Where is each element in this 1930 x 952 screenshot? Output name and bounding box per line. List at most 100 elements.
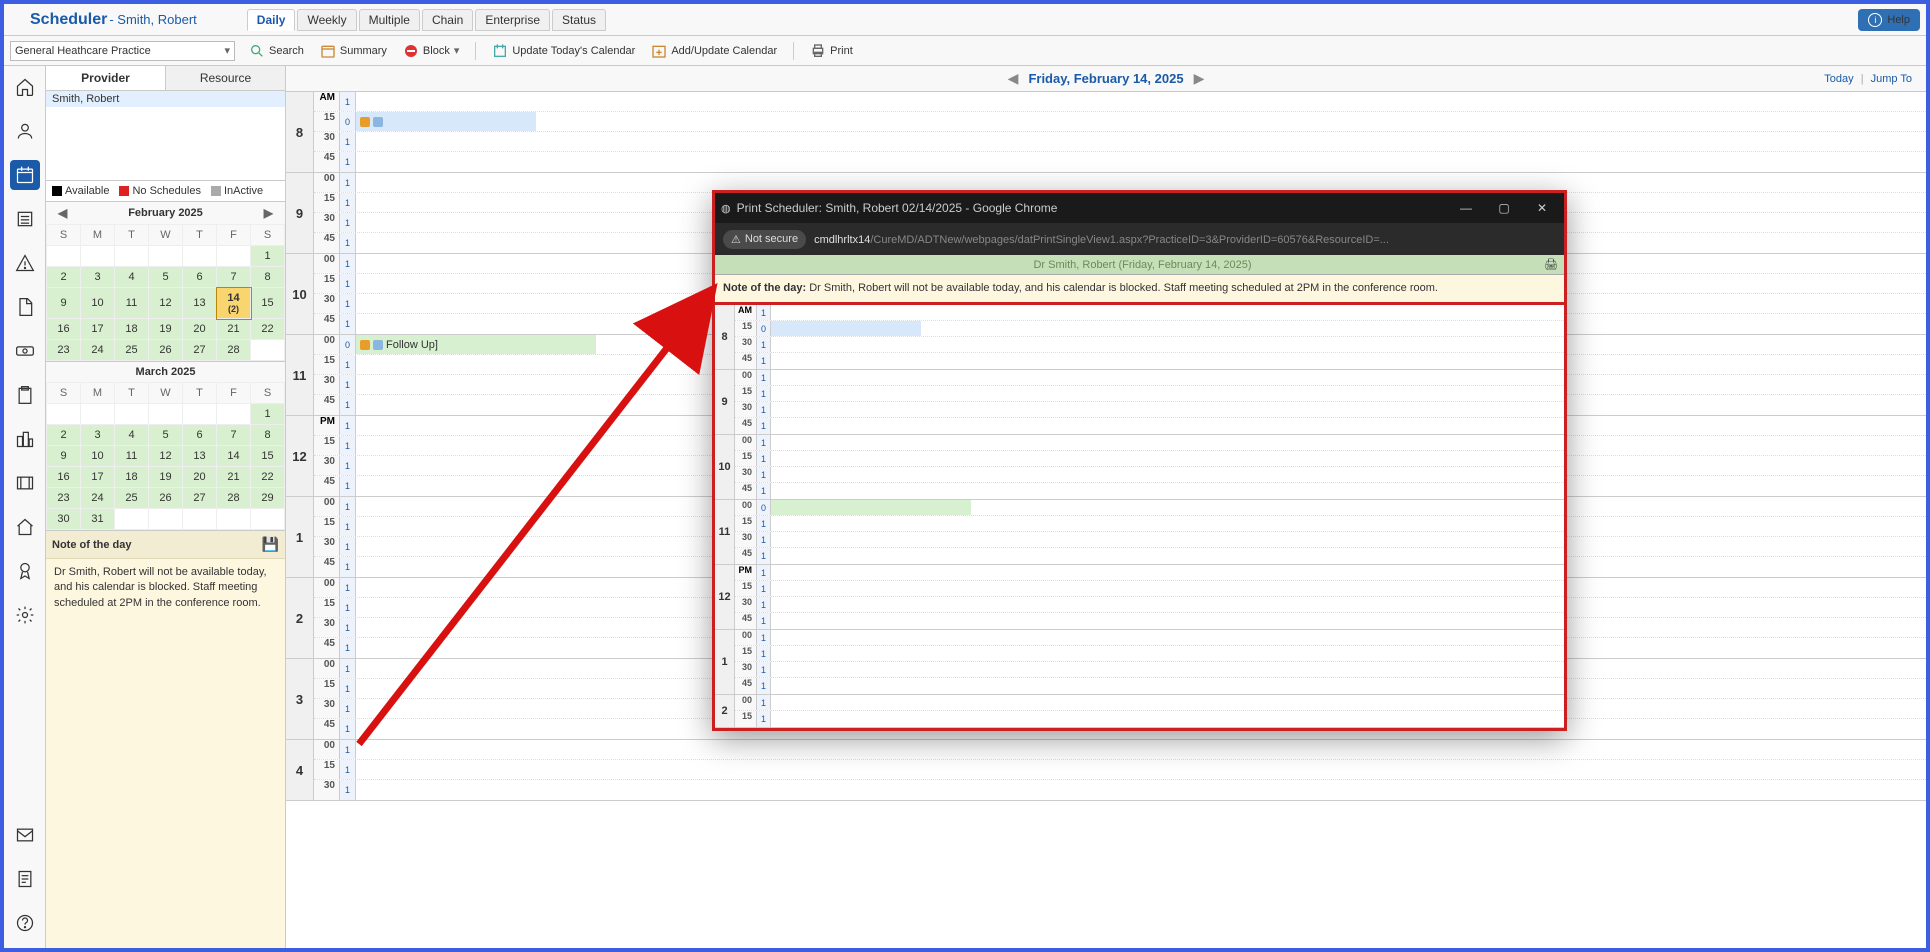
- calendar-day[interactable]: 2: [47, 267, 81, 288]
- popup-titlebar[interactable]: ◍ Print Scheduler: Smith, Robert 02/14/2…: [715, 193, 1564, 223]
- calendar-day[interactable]: 20: [183, 467, 217, 488]
- rail-alert-icon[interactable]: [10, 248, 40, 278]
- calendar-day[interactable]: 17: [81, 319, 115, 340]
- url-text[interactable]: cmdlhrltx14/CureMD/ADTNew/webpages/datPr…: [814, 232, 1389, 246]
- calendar-day[interactable]: 19: [149, 319, 183, 340]
- prev-month-arrow[interactable]: ◀: [52, 206, 73, 220]
- calendar-day[interactable]: 7: [217, 267, 251, 288]
- rail-calendar-icon[interactable]: [10, 160, 40, 190]
- schedule-slot[interactable]: [356, 92, 1926, 111]
- calendar-day[interactable]: 1: [251, 246, 285, 267]
- calendar-day[interactable]: 30: [47, 509, 81, 530]
- maximize-icon[interactable]: ▢: [1488, 201, 1520, 215]
- rail-user-icon[interactable]: [10, 116, 40, 146]
- mini-calendar-mar[interactable]: March 2025SMTWTFS12345678910111213141516…: [46, 362, 285, 531]
- schedule-slot[interactable]: [771, 386, 1564, 401]
- schedule-slot[interactable]: [771, 418, 1564, 434]
- calendar-day[interactable]: 22: [251, 319, 285, 340]
- help-button[interactable]: i Help: [1858, 9, 1920, 31]
- search-button[interactable]: Search: [249, 43, 304, 59]
- add-update-calendar-button[interactable]: Add/Update Calendar: [651, 43, 777, 59]
- schedule-slot[interactable]: [356, 132, 1926, 151]
- minimize-icon[interactable]: —: [1450, 201, 1482, 215]
- rail-clipboard-icon[interactable]: [10, 380, 40, 410]
- calendar-day[interactable]: 9: [47, 446, 81, 467]
- schedule-slot[interactable]: [771, 370, 1564, 385]
- calendar-day[interactable]: 29: [251, 488, 285, 509]
- note-body[interactable]: Dr Smith, Robert will not be available t…: [46, 559, 285, 617]
- calendar-day[interactable]: 2: [47, 425, 81, 446]
- schedule-slot[interactable]: [771, 500, 1564, 515]
- calendar-day[interactable]: 5: [149, 425, 183, 446]
- calendar-day[interactable]: 22: [251, 467, 285, 488]
- calendar-day[interactable]: 13: [183, 446, 217, 467]
- calendar-day[interactable]: 3: [81, 267, 115, 288]
- rail-doc-icon[interactable]: [10, 292, 40, 322]
- schedule-slot[interactable]: [771, 662, 1564, 677]
- summary-button[interactable]: Summary: [320, 43, 387, 59]
- calendar-day[interactable]: 11: [115, 288, 149, 319]
- popup-schedule-grid[interactable]: 8AM1150301451900115130145110001151301451…: [715, 305, 1564, 728]
- tab-weekly[interactable]: Weekly: [297, 9, 356, 31]
- print-preview-icon[interactable]: 🖨: [1544, 258, 1558, 271]
- calendar-day[interactable]: 26: [149, 340, 183, 361]
- rail-home2-icon[interactable]: [10, 512, 40, 542]
- rail-list-icon[interactable]: [10, 204, 40, 234]
- mini-calendar-feb[interactable]: ◀February 2025▶SMTWTFS123456789101112131…: [46, 202, 285, 362]
- schedule-slot[interactable]: [771, 337, 1564, 352]
- calendar-day[interactable]: 25: [115, 340, 149, 361]
- schedule-slot[interactable]: [771, 597, 1564, 612]
- schedule-slot[interactable]: [771, 678, 1564, 694]
- schedule-slot[interactable]: [771, 435, 1564, 450]
- schedule-slot[interactable]: [771, 321, 1564, 336]
- calendar-day[interactable]: 23: [47, 340, 81, 361]
- calendar-day[interactable]: 4: [115, 267, 149, 288]
- calendar-day[interactable]: 1: [251, 404, 285, 425]
- calendar-day[interactable]: 21: [217, 319, 251, 340]
- schedule-slot[interactable]: [771, 695, 1564, 710]
- close-icon[interactable]: ✕: [1526, 201, 1558, 215]
- schedule-slot[interactable]: [771, 305, 1564, 320]
- schedule-slot[interactable]: [771, 516, 1564, 531]
- rail-film-icon[interactable]: [10, 468, 40, 498]
- calendar-day[interactable]: 9: [47, 288, 81, 319]
- rail-money-icon[interactable]: [10, 336, 40, 366]
- schedule-slot[interactable]: [771, 402, 1564, 417]
- appointment[interactable]: [771, 321, 921, 336]
- rail-settings-icon[interactable]: [10, 600, 40, 630]
- calendar-day[interactable]: 18: [115, 319, 149, 340]
- schedule-slot[interactable]: [771, 483, 1564, 499]
- calendar-day[interactable]: 6: [183, 425, 217, 446]
- calendar-day[interactable]: 19: [149, 467, 183, 488]
- calendar-day[interactable]: 10: [81, 288, 115, 319]
- tab-provider[interactable]: Provider: [46, 66, 166, 90]
- appointment[interactable]: [356, 112, 536, 131]
- schedule-slot[interactable]: [771, 630, 1564, 645]
- tab-resource[interactable]: Resource: [166, 66, 285, 90]
- calendar-day[interactable]: 7: [217, 425, 251, 446]
- provider-list[interactable]: Smith, Robert: [46, 91, 285, 181]
- rail-org-icon[interactable]: [10, 424, 40, 454]
- next-day-arrow[interactable]: ▶: [1184, 70, 1215, 87]
- calendar-day[interactable]: 3: [81, 425, 115, 446]
- rail-award-icon[interactable]: [10, 556, 40, 586]
- schedule-slot[interactable]: [771, 467, 1564, 482]
- calendar-day[interactable]: 27: [183, 340, 217, 361]
- calendar-day[interactable]: 4: [115, 425, 149, 446]
- tab-daily[interactable]: Daily: [247, 9, 296, 31]
- tab-status[interactable]: Status: [552, 9, 606, 31]
- calendar-day[interactable]: 16: [47, 467, 81, 488]
- schedule-slot[interactable]: [771, 711, 1564, 727]
- calendar-day[interactable]: 21: [217, 467, 251, 488]
- calendar-day[interactable]: 26: [149, 488, 183, 509]
- jump-to-link[interactable]: Jump To: [1871, 73, 1912, 85]
- calendar-day[interactable]: 24: [81, 340, 115, 361]
- calendar-day[interactable]: 15: [251, 446, 285, 467]
- calendar-day[interactable]: 18: [115, 467, 149, 488]
- calendar-day[interactable]: 6: [183, 267, 217, 288]
- schedule-slot[interactable]: [771, 565, 1564, 580]
- calendar-day[interactable]: 28: [217, 340, 251, 361]
- schedule-slot[interactable]: [771, 451, 1564, 466]
- calendar-day[interactable]: 11: [115, 446, 149, 467]
- calendar-day[interactable]: 17: [81, 467, 115, 488]
